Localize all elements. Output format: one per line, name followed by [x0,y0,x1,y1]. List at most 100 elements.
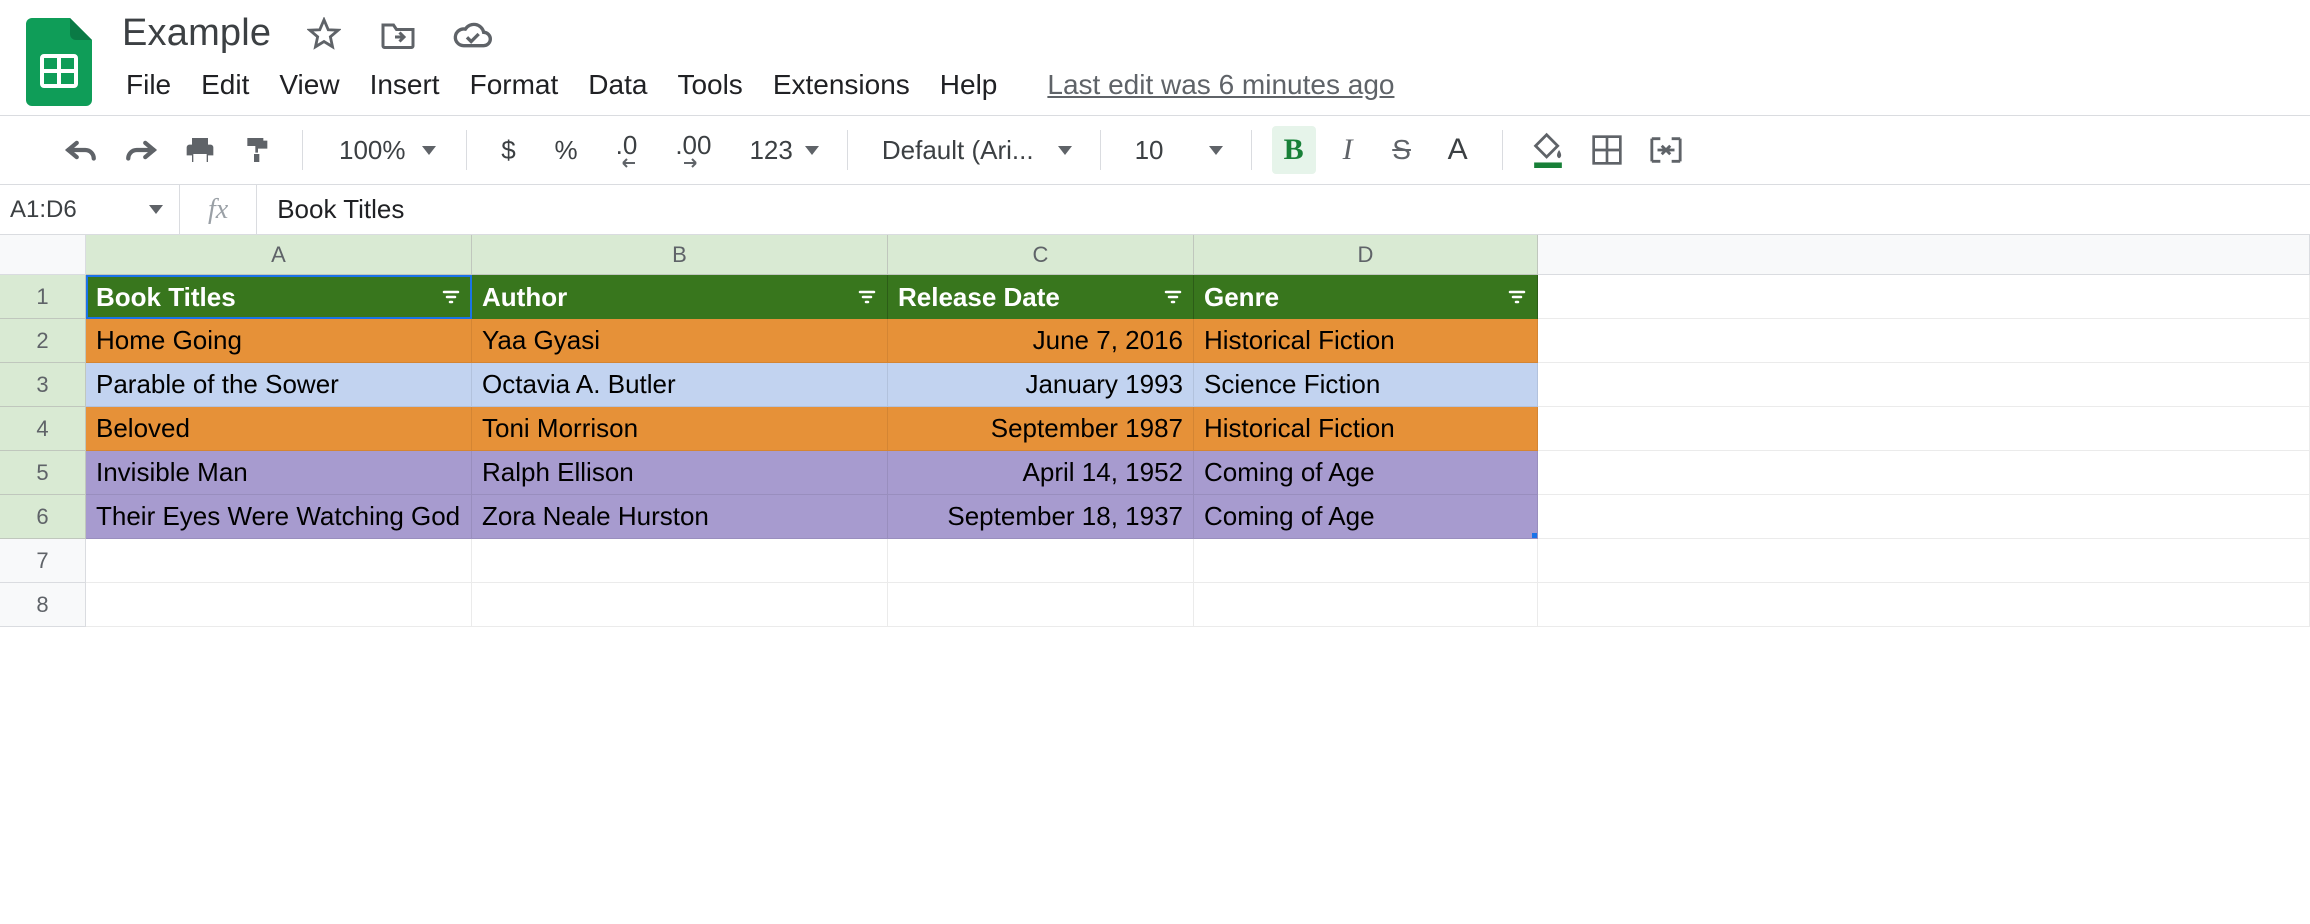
cell-A3[interactable]: Parable of the Sower [86,363,472,407]
column-header-D[interactable]: D [1194,235,1538,275]
cell-blank[interactable] [1538,451,2310,495]
redo-button[interactable] [116,126,166,174]
percent-format-button[interactable]: % [541,126,592,174]
bold-button[interactable]: B [1272,126,1316,174]
menu-edit[interactable]: Edit [201,69,249,101]
doc-title[interactable]: Example [122,12,271,55]
cell-C8[interactable] [888,583,1194,627]
column-header-extra[interactable] [1538,235,2310,275]
chevron-down-icon [422,146,436,155]
cell-blank[interactable] [1538,495,2310,539]
cell-B6[interactable]: Zora Neale Hurston [472,495,888,539]
cell-D3[interactable]: Science Fiction [1194,363,1538,407]
cell-B8[interactable] [472,583,888,627]
spreadsheet-grid[interactable]: A B C D 1 Book Titles Author Release Dat… [0,235,2310,627]
cell-C2[interactable]: June 7, 2016 [888,319,1194,363]
cell-B4[interactable]: Toni Morrison [472,407,888,451]
toolbar-separator [1251,130,1252,170]
select-all-corner[interactable] [0,235,86,275]
paint-format-button[interactable] [234,126,282,174]
cell-C4[interactable]: September 1987 [888,407,1194,451]
header-cell-title[interactable]: Book Titles [86,275,472,319]
italic-button[interactable]: I [1326,126,1370,174]
cell-blank[interactable] [1538,539,2310,583]
star-icon[interactable] [303,13,345,55]
header-cell-genre[interactable]: Genre [1194,275,1538,319]
row-header-5[interactable]: 5 [0,451,86,495]
cell-C6[interactable]: September 18, 1937 [888,495,1194,539]
print-button[interactable] [176,126,224,174]
filter-icon[interactable] [857,287,877,307]
column-header-C[interactable]: C [888,235,1194,275]
fill-color-button[interactable] [1523,126,1573,174]
cell-C5[interactable]: April 14, 1952 [888,451,1194,495]
cell-A7[interactable] [86,539,472,583]
row-header-3[interactable]: 3 [0,363,86,407]
menu-tools[interactable]: Tools [677,69,742,101]
title-block: Example File Edit Vie [122,12,1394,115]
filter-icon[interactable] [1163,287,1183,307]
cell-B5[interactable]: Ralph Ellison [472,451,888,495]
cell-D6[interactable]: Coming of Age [1194,495,1538,539]
name-box[interactable]: A1:D6 [0,185,180,234]
strikethrough-button[interactable]: S [1380,126,1424,174]
doc-header: Example File Edit Vie [0,0,2310,115]
increase-decimal-button[interactable]: .00 [661,126,725,174]
row-header-6[interactable]: 6 [0,495,86,539]
header-cell-release[interactable]: Release Date [888,275,1194,319]
cell-B2[interactable]: Yaa Gyasi [472,319,888,363]
cell-blank[interactable] [1538,583,2310,627]
font-size-dropdown[interactable]: 10 [1121,126,1231,174]
cloud-saved-icon[interactable] [451,13,493,55]
cell-blank[interactable] [1538,275,2310,319]
cell-D7[interactable] [1194,539,1538,583]
cell-B3[interactable]: Octavia A. Butler [472,363,888,407]
menu-file[interactable]: File [126,69,171,101]
sheets-logo-icon[interactable] [20,12,98,112]
row-header-4[interactable]: 4 [0,407,86,451]
row-header-2[interactable]: 2 [0,319,86,363]
cell-D4[interactable]: Historical Fiction [1194,407,1538,451]
column-header-B[interactable]: B [472,235,888,275]
move-to-folder-icon[interactable] [377,13,419,55]
cell-A2[interactable]: Home Going [86,319,472,363]
cell-A4[interactable]: Beloved [86,407,472,451]
cell-A8[interactable] [86,583,472,627]
menu-view[interactable]: View [279,69,339,101]
decrease-decimal-button[interactable]: .0 [602,126,652,174]
bold-label: B [1284,133,1304,167]
undo-button[interactable] [56,126,106,174]
cell-B7[interactable] [472,539,888,583]
cell-D8[interactable] [1194,583,1538,627]
cell-A6[interactable]: Their Eyes Were Watching God [86,495,472,539]
cell-blank[interactable] [1538,363,2310,407]
header-cell-author[interactable]: Author [472,275,888,319]
cell-blank[interactable] [1538,319,2310,363]
text-color-button[interactable]: A [1434,126,1482,174]
menu-format[interactable]: Format [470,69,559,101]
currency-format-button[interactable]: $ [487,126,531,174]
menu-data[interactable]: Data [588,69,647,101]
menu-help[interactable]: Help [940,69,998,101]
cell-A5[interactable]: Invisible Man [86,451,472,495]
borders-button[interactable] [1583,126,1631,174]
row-header-7[interactable]: 7 [0,539,86,583]
menu-extensions[interactable]: Extensions [773,69,910,101]
row-header-1[interactable]: 1 [0,275,86,319]
cell-blank[interactable] [1538,407,2310,451]
column-header-A[interactable]: A [86,235,472,275]
font-family-dropdown[interactable]: Default (Ari... [868,126,1080,174]
row-header-8[interactable]: 8 [0,583,86,627]
formula-input[interactable] [257,185,2310,234]
menu-insert[interactable]: Insert [370,69,440,101]
last-edit-link[interactable]: Last edit was 6 minutes ago [1047,69,1394,101]
cell-D5[interactable]: Coming of Age [1194,451,1538,495]
merge-cells-button[interactable] [1641,126,1691,174]
filter-icon[interactable] [1507,287,1527,307]
zoom-dropdown[interactable]: 100% [323,135,446,166]
cell-C3[interactable]: January 1993 [888,363,1194,407]
cell-C7[interactable] [888,539,1194,583]
filter-icon[interactable] [441,287,461,307]
more-formats-dropdown[interactable]: 123 [735,126,826,174]
cell-D2[interactable]: Historical Fiction [1194,319,1538,363]
